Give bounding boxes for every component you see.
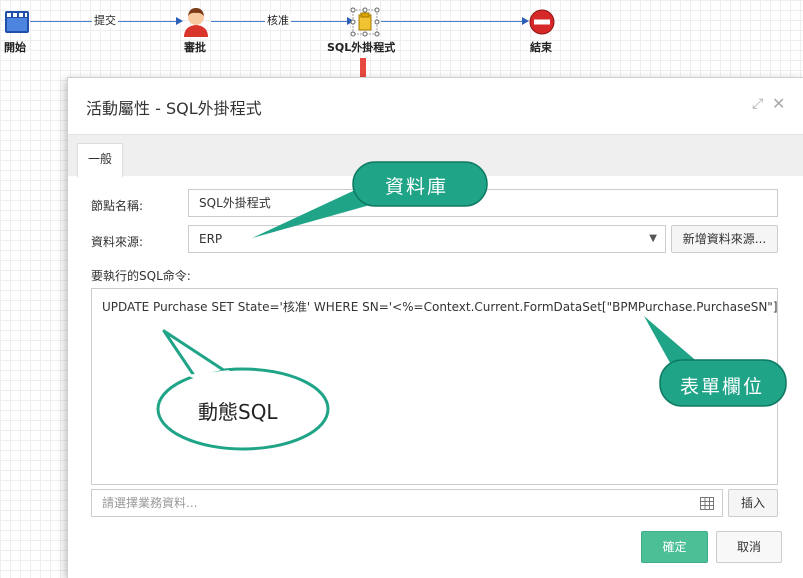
edge-label-submit: 提交 xyxy=(92,14,118,28)
edge-line-end xyxy=(381,21,524,22)
business-data-input[interactable]: 請選擇業務資料... xyxy=(91,489,723,517)
start-node[interactable] xyxy=(4,9,30,35)
start-node-label: 開始 xyxy=(4,41,26,54)
edge-label-approve: 核准 xyxy=(265,14,291,28)
sql-plugin-node[interactable] xyxy=(349,4,381,38)
dialog-title: 活動屬性 - SQL外掛程式 xyxy=(86,99,262,118)
sql-plugin-icon xyxy=(350,7,380,37)
end-node-label: 結束 xyxy=(530,41,552,54)
dynamic-sql-callout-bubble xyxy=(156,329,330,451)
sql-command-label: 要執行的SQL命令: xyxy=(91,269,191,283)
database-callout-text: 資料庫 xyxy=(385,176,449,198)
stop-icon xyxy=(529,9,555,35)
insert-button[interactable]: 插入 xyxy=(728,489,778,517)
approve-node-label: 審批 xyxy=(184,41,206,54)
form-field-callout-text: 表單欄位 xyxy=(680,376,765,398)
node-name-label: 節點名稱: xyxy=(91,199,144,213)
data-source-value: ERP xyxy=(199,232,223,246)
tab-general[interactable]: 一般 xyxy=(77,143,123,177)
edge-arrowhead xyxy=(522,17,529,25)
add-data-source-button[interactable]: 新增資料來源... xyxy=(671,225,778,253)
approve-node[interactable] xyxy=(181,6,211,38)
end-node[interactable] xyxy=(529,9,555,35)
business-data-placeholder: 請選擇業務資料... xyxy=(102,496,198,510)
dynamic-sql-callout-text: 動態SQL xyxy=(198,400,278,424)
close-icon[interactable]: ✕ xyxy=(772,94,785,113)
sql-command-text: UPDATE Purchase SET State='核准' WHERE SN=… xyxy=(102,300,778,314)
user-icon xyxy=(184,8,208,37)
chevron-down-icon: ▼ xyxy=(649,233,657,244)
data-source-label: 資料來源: xyxy=(91,235,144,249)
maximize-icon[interactable]: ⤢ xyxy=(752,96,763,112)
table-grid-icon[interactable] xyxy=(700,497,714,510)
cancel-button[interactable]: 取消 xyxy=(716,531,782,563)
sql-plugin-node-label: SQL外掛程式 xyxy=(327,41,396,54)
clapperboard-icon xyxy=(5,11,29,33)
ok-button[interactable]: 確定 xyxy=(641,531,708,563)
database-callout-bubble xyxy=(252,161,488,238)
